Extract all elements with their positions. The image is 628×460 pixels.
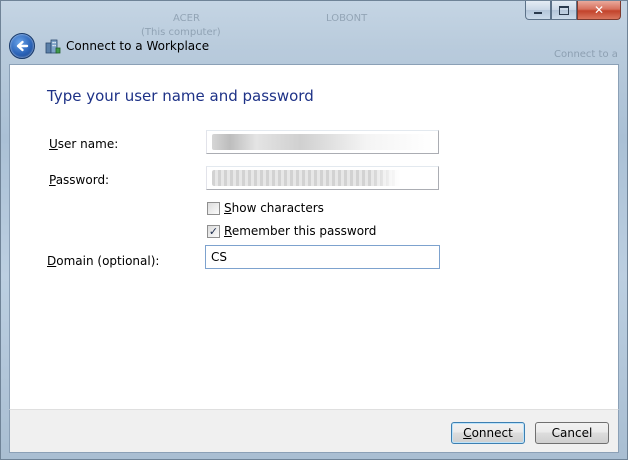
- password-input[interactable]: [206, 166, 439, 190]
- close-icon: ✕: [593, 3, 605, 17]
- minimize-button[interactable]: [525, 1, 551, 20]
- minimize-icon: [534, 12, 542, 14]
- workplace-network-icon: [45, 38, 61, 54]
- wizard-content: Type your user name and password User na…: [9, 64, 619, 409]
- domain-value: CS: [211, 250, 227, 264]
- remember-password-checkbox[interactable]: ✓ Remember this password: [207, 224, 376, 238]
- wizard-nav: Connect to a Workplace: [9, 31, 619, 61]
- window-frame: ACER LOBONT (This computer) Connect to a…: [0, 0, 628, 460]
- username-label-accelerator: U: [49, 137, 58, 151]
- background-text: LOBONT: [326, 13, 368, 24]
- caption-buttons: ✕: [525, 1, 621, 20]
- password-label-accelerator: P: [49, 173, 56, 187]
- background-text: ACER: [173, 13, 200, 24]
- remember-password-label: Remember this password: [224, 224, 377, 238]
- wizard-footer: Connect Cancel: [9, 409, 619, 453]
- cancel-button[interactable]: Cancel: [535, 422, 609, 444]
- domain-label-accelerator: D: [47, 254, 57, 268]
- back-arrow-icon: [16, 40, 29, 52]
- password-label: Password:: [49, 173, 110, 187]
- show-characters-checkbox[interactable]: Show characters: [207, 201, 324, 215]
- show-characters-box[interactable]: [207, 201, 220, 215]
- back-button[interactable]: [9, 33, 35, 59]
- remember-password-box[interactable]: ✓: [207, 224, 220, 238]
- password-value-redacted: [212, 170, 433, 186]
- show-characters-label: Show characters: [224, 201, 324, 215]
- username-value-redacted: [212, 134, 433, 150]
- close-button[interactable]: ✕: [577, 1, 621, 20]
- checkmark-icon: ✓: [208, 224, 219, 238]
- connect-button[interactable]: Connect: [451, 422, 525, 444]
- username-label: User name:: [49, 137, 119, 151]
- maximize-icon: [559, 5, 569, 15]
- cancel-button-label: Cancel: [551, 426, 593, 440]
- domain-label: Domain (optional):: [47, 254, 160, 268]
- domain-input[interactable]: CS: [205, 245, 440, 269]
- maximize-button[interactable]: [551, 1, 577, 20]
- wizard-title: Connect to a Workplace: [66, 39, 210, 53]
- username-input[interactable]: [206, 130, 439, 154]
- page-heading: Type your user name and password: [47, 87, 314, 105]
- connect-button-label: Connect: [463, 426, 513, 440]
